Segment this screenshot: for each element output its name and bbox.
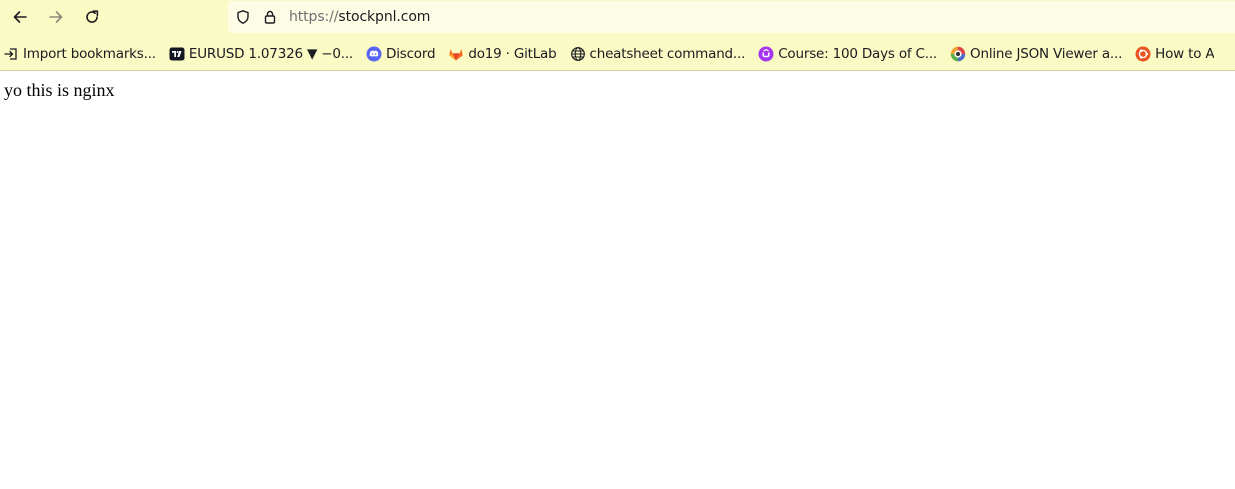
import-icon	[3, 46, 19, 62]
bookmark-label: cheatsheet command...	[589, 46, 746, 62]
discord-icon	[366, 46, 382, 62]
back-button[interactable]	[7, 5, 33, 29]
bookmark-label: EURUSD 1.07326 ▼ −0...	[188, 46, 353, 62]
arrow-right-icon	[49, 11, 63, 23]
bookmark-label: do19 · GitLab	[468, 46, 557, 62]
bookmark-eurusd[interactable]: EURUSD 1.07326 ▼ −0...	[166, 41, 356, 67]
url-host: stockpnl.com	[338, 9, 431, 25]
bookmarks-toolbar: Import bookmarks... EURUSD 1.07326 ▼ −0.…	[0, 38, 1235, 70]
bookmark-discord[interactable]: Discord	[363, 41, 438, 67]
bookmark-label: Online JSON Viewer a...	[970, 46, 1123, 62]
udemy-icon	[758, 46, 774, 62]
url-bar[interactable]: https://stockpnl.com	[228, 1, 1235, 33]
lock-icon[interactable]	[261, 8, 279, 26]
bookmark-label: Discord	[386, 46, 436, 62]
gitlab-icon	[448, 46, 464, 62]
bookmark-course[interactable]: Course: 100 Days of C...	[755, 41, 940, 67]
url-scheme: https://	[289, 9, 339, 25]
tradingview-icon	[169, 46, 185, 62]
page-content: yo this is nginx	[0, 72, 1235, 489]
bookmark-gitlab[interactable]: do19 · GitLab	[445, 41, 559, 67]
bookmark-json-viewer[interactable]: Online JSON Viewer a...	[947, 41, 1125, 67]
url-text[interactable]: https://stockpnl.com	[289, 9, 430, 25]
page-body-text: yo this is nginx	[4, 80, 115, 100]
json-viewer-icon	[950, 46, 966, 62]
globe-icon	[570, 46, 586, 62]
shield-icon[interactable]	[234, 8, 252, 26]
bookmark-how-to[interactable]: How to A	[1132, 41, 1217, 67]
browser-chrome: https://stockpnl.com Import bookmarks...	[0, 0, 1235, 71]
bookmark-label: Course: 100 Days of C...	[778, 46, 938, 62]
reload-button[interactable]	[79, 5, 105, 29]
reload-icon	[86, 10, 99, 23]
ubuntu-icon	[1135, 46, 1151, 62]
bookmark-import[interactable]: Import bookmarks...	[0, 41, 159, 67]
forward-button[interactable]	[43, 5, 69, 29]
bookmark-label: Import bookmarks...	[23, 46, 156, 62]
bookmark-cheatsheet[interactable]: cheatsheet command...	[567, 41, 749, 67]
bookmark-label: How to A	[1155, 46, 1215, 62]
navigation-toolbar: https://stockpnl.com	[0, 0, 1235, 35]
arrow-left-icon	[13, 11, 27, 23]
